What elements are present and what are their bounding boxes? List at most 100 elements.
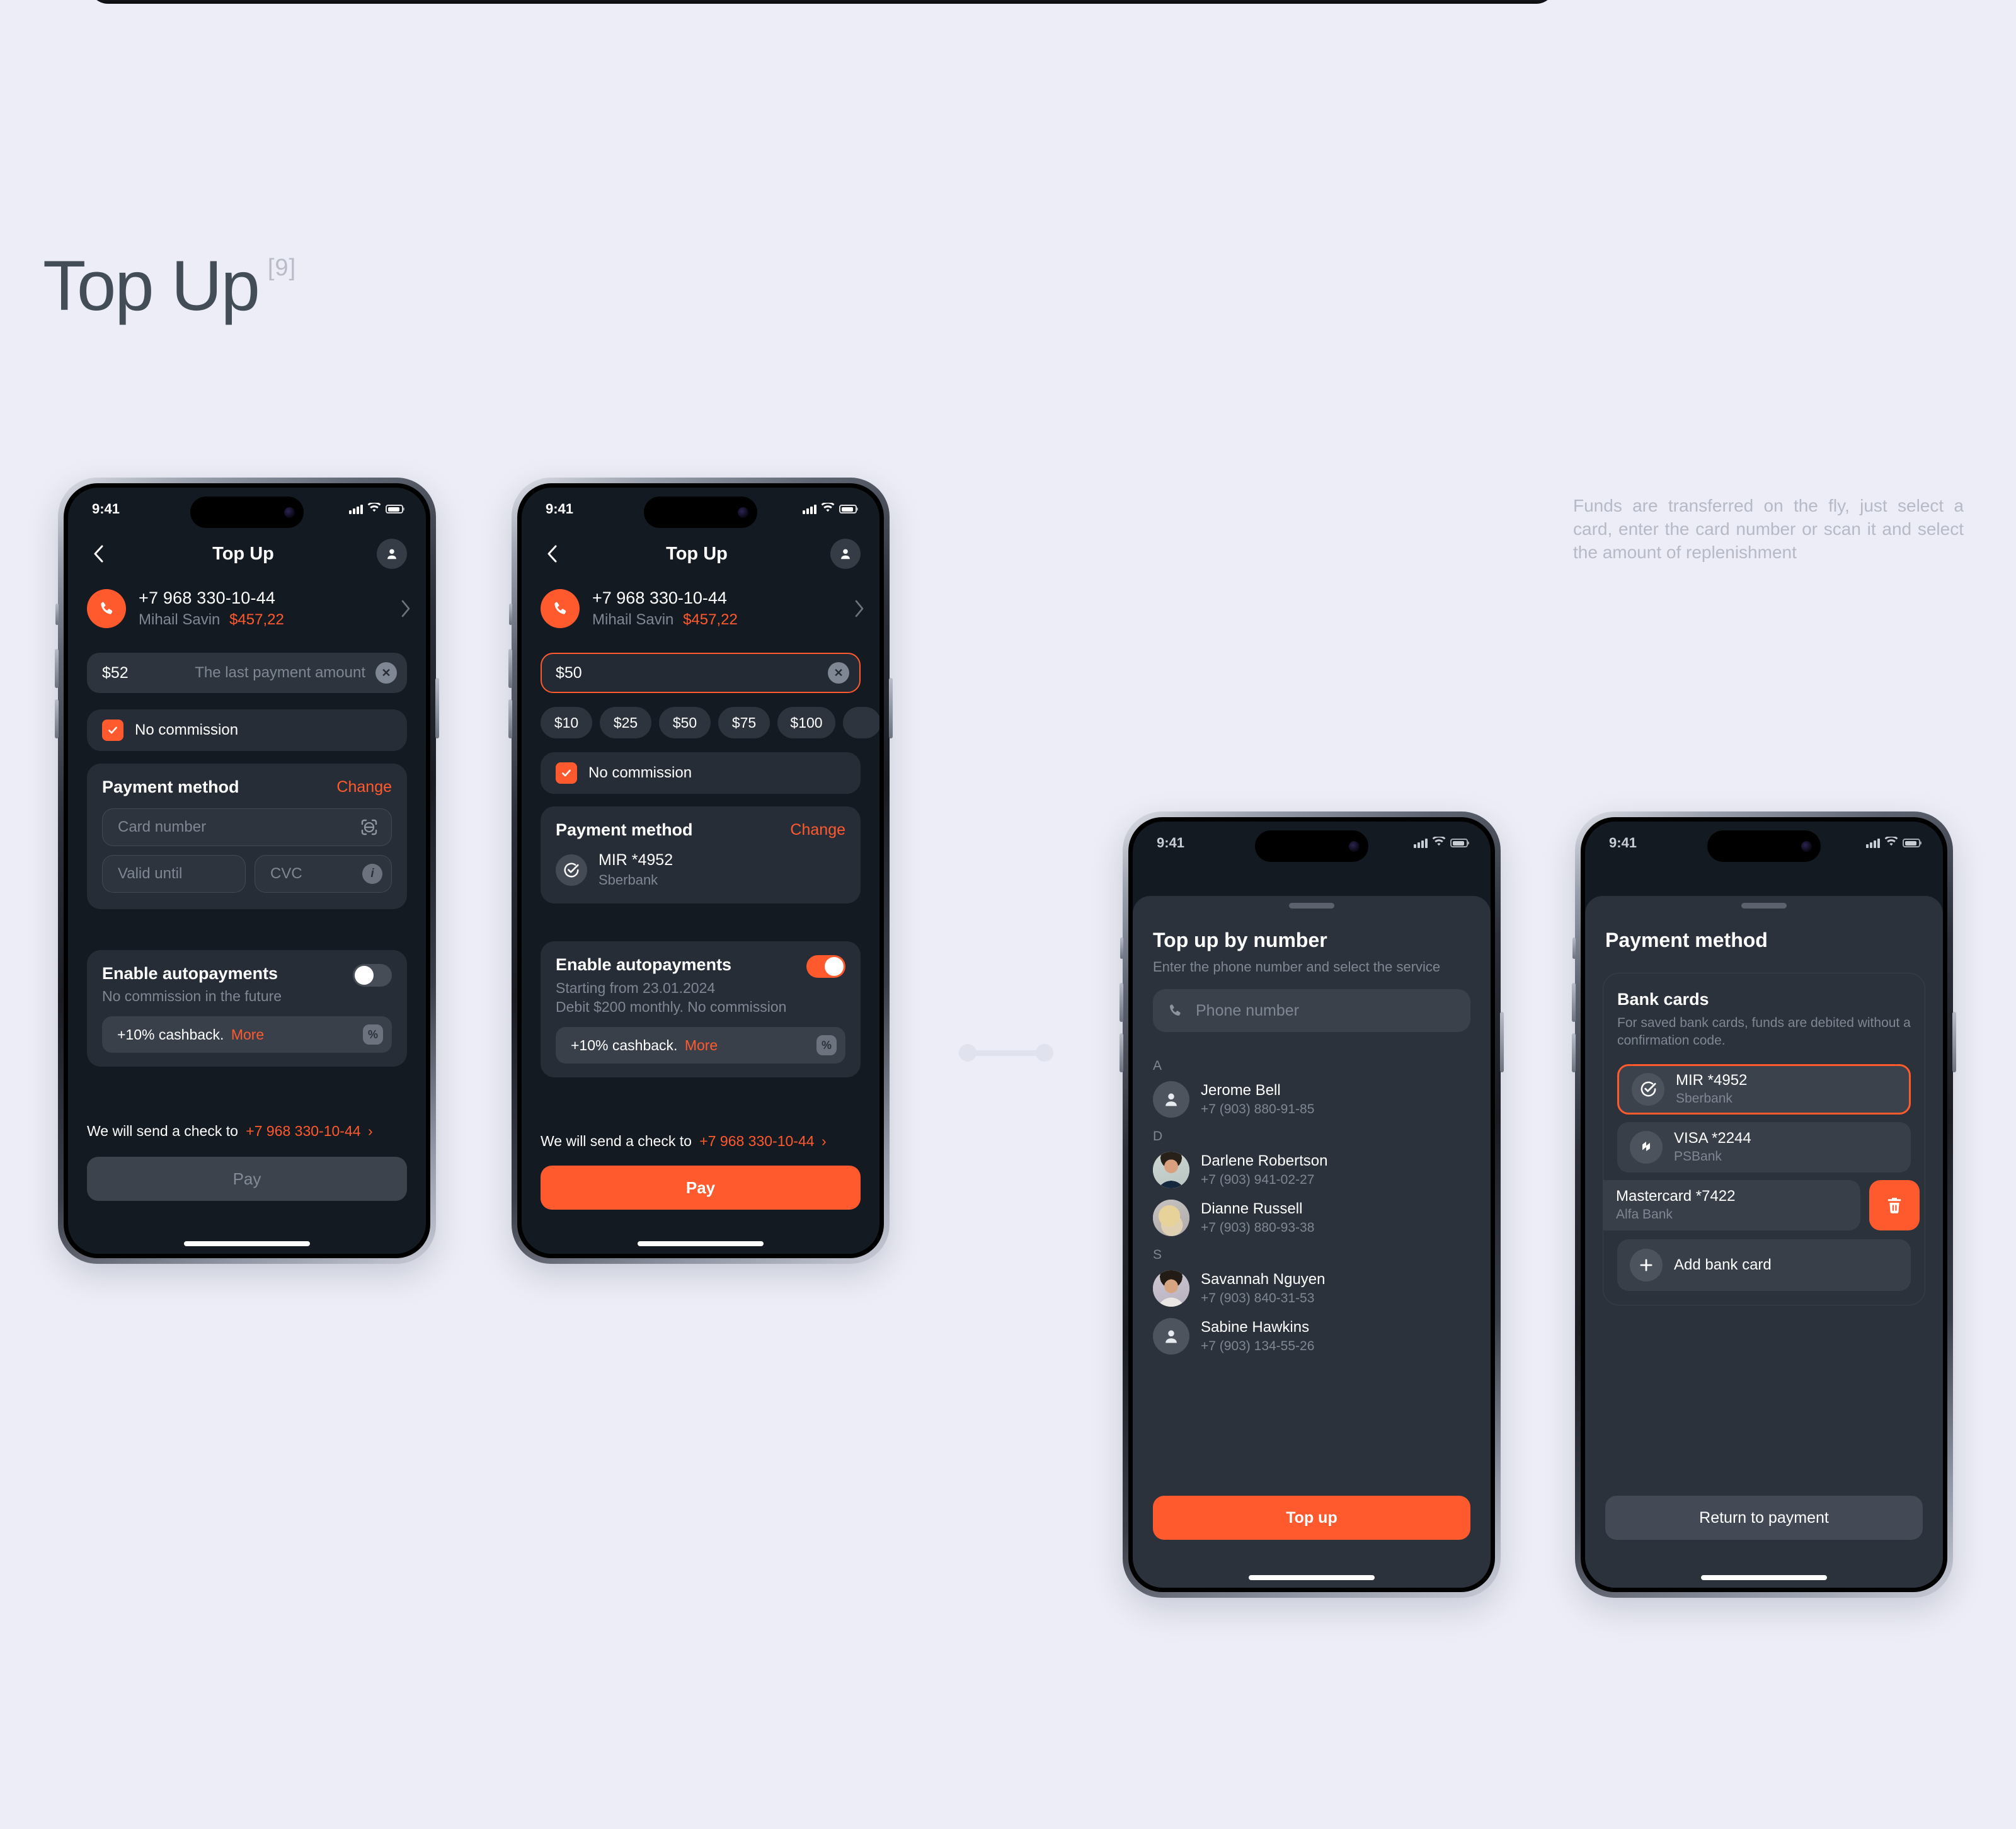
clear-amount-button[interactable]: ✕ [828,662,849,684]
avatar [1153,1270,1189,1307]
valid-until-input[interactable]: Valid until [102,855,246,893]
back-button[interactable] [87,541,110,566]
check-note-1[interactable]: We will send a check to +7 968 330-10-44… [87,1123,407,1140]
account-row-1[interactable]: +7 968 330-10-44 Mihail Savin $457,22 [87,588,411,629]
section-letter: A [1153,1058,1162,1073]
scan-card-icon[interactable] [358,817,380,838]
sheet-grabber[interactable] [1289,903,1334,909]
add-bank-card-row[interactable]: Add bank card [1617,1239,1911,1291]
cashback-text: +10% cashback. [117,1026,224,1043]
payment-method-title: Payment method [102,777,239,796]
autopay-toggle[interactable] [353,964,392,987]
pay-button-1[interactable]: Pay [87,1157,407,1201]
phone-search-input[interactable]: Phone number [1153,989,1470,1032]
profile-button[interactable] [830,539,861,569]
cashback-more-link[interactable]: More [231,1026,264,1043]
bank-cards-subtitle: For saved bank cards, funds are debited … [1617,1016,1911,1048]
bank-card-row[interactable]: Mastercard *7422 Alfa Bank [1603,1179,1860,1230]
account-phone: +7 968 330-10-44 [139,588,276,607]
cvc-info-button[interactable]: i [362,864,382,884]
check-note-prefix: We will send a check to [541,1133,692,1149]
page-title-group: Top Up [9] [43,251,296,321]
bank-card-row[interactable]: VISA *2244 PSBank [1617,1121,1911,1173]
delete-card-button[interactable] [1869,1179,1920,1230]
change-payment-method-link[interactable]: Change [790,821,845,839]
phone-avatar-icon [541,589,580,628]
quick-amount-chip[interactable]: $10 [541,707,592,738]
list-item[interactable]: Sabine Hawkins +7 (903) 134-55-26 [1153,1318,1474,1355]
amount-input-1[interactable]: $52 The last payment amount ✕ [87,653,407,693]
commission-checkbox[interactable] [102,720,123,741]
chevron-left-icon [94,545,103,563]
commission-checkbox[interactable] [556,762,577,784]
clear-amount-button[interactable]: ✕ [375,662,397,684]
contact-phone: +7 (903) 880-91-85 [1201,1102,1315,1116]
quick-amount-chip-overflow[interactable] [843,707,879,738]
pay-button-2[interactable]: Pay [541,1166,861,1210]
profile-button[interactable] [377,539,407,569]
contact-phone: +7 (903) 941-02-27 [1201,1173,1315,1187]
back-button[interactable] [541,541,563,566]
account-phone: +7 968 330-10-44 [592,588,727,607]
home-indicator-1 [184,1241,310,1246]
check-note-phone[interactable]: +7 968 330-10-44 [246,1123,360,1139]
phone1-bezel: 9:41 Top Up +7 968 330-10-44 Mihail Savi… [64,483,430,1258]
check-note-prefix: We will send a check to [87,1123,238,1139]
list-item[interactable]: Dianne Russell +7 (903) 880-93-38 [1153,1200,1474,1236]
home-indicator-4 [1701,1575,1827,1580]
sheet-grabber[interactable] [1741,903,1787,909]
list-item[interactable]: Darlene Robertson +7 (903) 941-02-27 [1153,1152,1474,1188]
topup-cta-button[interactable]: Top up [1153,1496,1470,1540]
bank-card-row[interactable]: MIR *4952 Sberbank [1617,1064,1911,1115]
cashback-banner-2[interactable]: +10% cashback. More % [556,1027,845,1064]
phone3-silent-switch [1120,937,1123,959]
bank-card-bank: PSBank [1674,1149,1722,1164]
quick-amount-chip[interactable]: $25 [600,707,651,738]
cvc-placeholder: CVC [270,865,302,882]
cashback-more-link[interactable]: More [685,1037,718,1053]
amount-input-2[interactable]: $50 ✕ [541,653,861,693]
list-item[interactable]: Jerome Bell +7 (903) 880-91-85 [1153,1081,1474,1118]
check-note-2[interactable]: We will send a check to +7 968 330-10-44… [541,1133,861,1150]
mir-check-icon [1632,1072,1664,1106]
person-icon [387,549,396,559]
change-payment-method-link[interactable]: Change [336,778,392,796]
cellular-signal-icon [349,504,363,514]
status-time: 9:41 [1157,835,1185,851]
list-item[interactable]: Savannah Nguyen +7 (903) 840-31-53 [1153,1270,1474,1307]
phone1-volume-up [55,649,59,688]
battery-icon [1450,839,1468,847]
bank-cards-group: Bank cards For saved bank cards, funds a… [1603,973,1925,1305]
person-placeholder-icon [1153,1318,1189,1355]
phone-avatar-icon [87,589,126,628]
sheet-title: Payment method [1605,929,1768,951]
card-number-input[interactable]: Card number [102,808,392,846]
topup-cta-label: Top up [1286,1508,1337,1527]
psbank-icon [1630,1130,1663,1164]
autopay-toggle[interactable] [806,955,845,978]
cashback-banner-1[interactable]: +10% cashback. More % [102,1016,392,1053]
home-indicator-2 [638,1241,764,1246]
phone1-volume-down [55,699,59,738]
selected-card-name: MIR *4952 [598,851,673,869]
return-to-payment-button[interactable]: Return to payment [1605,1496,1923,1540]
battery-icon [386,505,403,513]
account-row-2[interactable]: +7 968 330-10-44 Mihail Savin $457,22 [541,588,864,629]
card-number-placeholder: Card number [118,818,207,835]
check-note-phone[interactable]: +7 968 330-10-44 [699,1133,814,1149]
quick-amount-chip[interactable]: $100 [777,707,835,738]
cellular-signal-icon [1866,838,1880,848]
quick-amount-chip[interactable]: $50 [659,707,711,738]
bank-card-name: VISA *2244 [1674,1130,1751,1147]
cvc-input[interactable]: CVC i [255,855,392,893]
nav-bar-1: Top Up [87,537,407,571]
section-letter: S [1153,1247,1162,1262]
phone3-power [1500,1012,1504,1072]
cellular-signal-icon [803,504,816,514]
contact-name: Sabine Hawkins [1201,1319,1310,1336]
connector-dot-right [1036,1044,1053,1062]
wifi-icon [821,501,835,516]
chevron-left-icon [547,545,557,563]
quick-amount-chip[interactable]: $75 [718,707,770,738]
topup-by-number-sheet: Top up by number Enter the phone number … [1133,896,1491,1588]
